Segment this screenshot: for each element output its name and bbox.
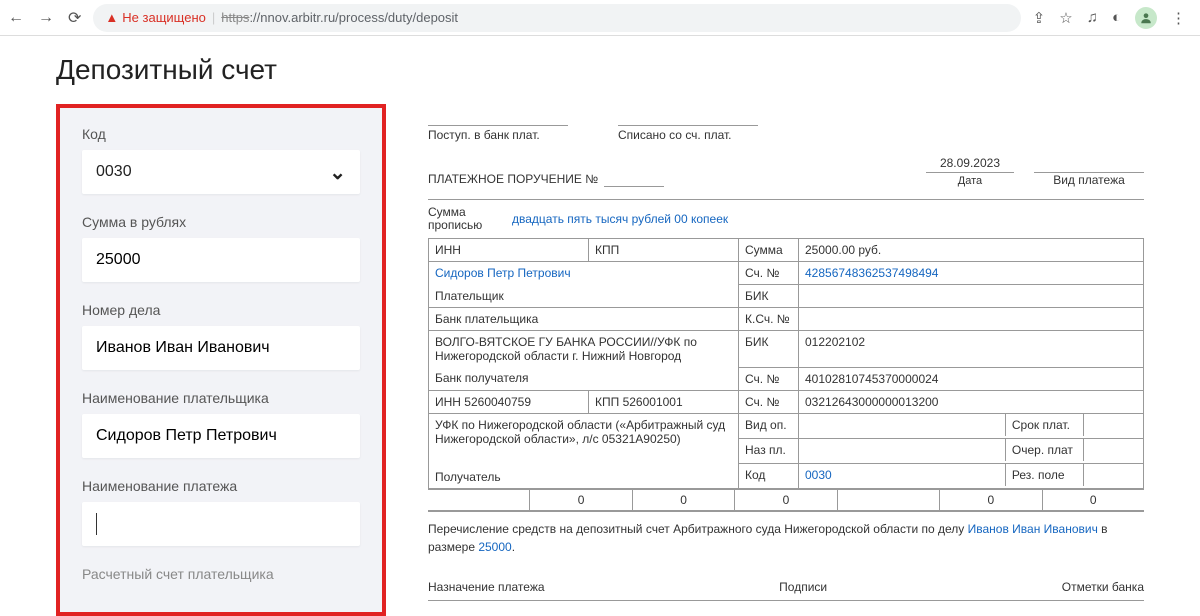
amount-input[interactable] xyxy=(82,238,360,282)
chevron-down-icon: ⌄ xyxy=(329,160,346,185)
doc-code-label: Код xyxy=(739,463,799,488)
avatar[interactable] xyxy=(1135,7,1157,29)
next-field-label: Расчетный счет плательщика xyxy=(82,566,274,582)
recv-acct2: 03212643000000013200 xyxy=(799,390,1144,413)
bookmark-icon[interactable]: ☆ xyxy=(1059,9,1072,27)
sum-words-label: Сумма прописью xyxy=(428,206,498,232)
bik-label: БИК xyxy=(739,285,799,308)
payer-field[interactable] xyxy=(96,427,346,445)
warning-icon: ▲ xyxy=(105,10,118,25)
extension-icon[interactable]: ◐ xyxy=(1112,9,1121,26)
foot-purpose: Назначение платежа xyxy=(428,580,545,594)
url-text: https://nnov.arbitr.ru/process/duty/depo… xyxy=(221,10,458,25)
payer-name: Сидоров Петр Петрович xyxy=(429,262,739,285)
zeros-row: 0 0 0 0 0 xyxy=(428,489,1144,511)
foot-sign: Подписи xyxy=(779,580,827,594)
kind-label: Вид платежа xyxy=(1034,173,1144,187)
sum-value: 25000.00 руб. xyxy=(799,239,1144,262)
kpp-label: КПП xyxy=(589,239,739,262)
vid-op-label: Вид оп. xyxy=(739,413,799,438)
payer-bank-label: Банк плательщика xyxy=(429,308,739,331)
foot-marks: Отметки банка xyxy=(1062,580,1144,594)
address-bar[interactable]: ▲ Не защищено | https://nnov.arbitr.ru/p… xyxy=(93,4,1020,32)
sum-words-value: двадцать пять тысяч рублей 00 копеек xyxy=(512,212,728,226)
music-icon[interactable]: ♫ xyxy=(1087,9,1098,26)
insecure-warning: ▲ Не защищено xyxy=(105,10,205,25)
case-label: Номер дела xyxy=(82,302,360,318)
form-panel: Код 0030 ⌄ Сумма в рублях Номер дела Н xyxy=(56,104,386,616)
bank-in-label: Поступ. в банк плат. xyxy=(428,128,568,142)
order-title: ПЛАТЕЖНОЕ ПОРУЧЕНИЕ № xyxy=(428,172,598,186)
purpose: Перечисление средств на депозитный счет … xyxy=(428,511,1144,560)
share-icon[interactable]: ⇪ xyxy=(1033,9,1046,27)
recv-name: УФК по Нижегородской области («Арбитражн… xyxy=(429,413,739,488)
bank-out-label: Списано со сч. плат. xyxy=(618,128,758,142)
amount-label: Сумма в рублях xyxy=(82,214,360,230)
payer-section-label: Плательщик xyxy=(429,285,739,308)
doc-footer: Назначение платежа Подписи Отметки банка xyxy=(428,574,1144,601)
code-select[interactable]: 0030 ⌄ xyxy=(82,150,360,194)
sum-label: Сумма xyxy=(739,239,799,262)
recv-bik-label: БИК xyxy=(739,331,799,368)
payment-name-input[interactable] xyxy=(82,502,360,546)
payer-acct: 42856748362537498494 xyxy=(799,262,1144,285)
forward-icon[interactable]: → xyxy=(38,9,54,27)
date-label: Дата xyxy=(926,175,1014,187)
code-value: 0030 xyxy=(96,163,132,181)
recv-inn: ИНН 5260040759 xyxy=(429,390,589,413)
inn-label: ИНН xyxy=(429,239,589,262)
acct-label: Сч. № xyxy=(739,262,799,285)
doc-code-val: 0030 xyxy=(799,464,1005,486)
browser-nav: ← → ⟳ xyxy=(8,8,81,28)
payer-label: Наименование плательщика xyxy=(82,390,360,406)
back-icon[interactable]: ← xyxy=(8,9,24,27)
doc-table: ИНН КПП Сумма 25000.00 руб. Сидоров Петр… xyxy=(428,239,1144,489)
kacct-label: К.Сч. № xyxy=(739,308,799,331)
page-title: Депозитный счет xyxy=(56,54,1144,86)
text-cursor xyxy=(96,513,97,535)
payment-order-doc: Поступ. в банк плат. Списано со сч. плат… xyxy=(428,104,1144,601)
browser-actions: ⇪ ☆ ♫ ◐ ⋮ xyxy=(1033,7,1192,29)
payer-input[interactable] xyxy=(82,414,360,458)
browser-toolbar: ← → ⟳ ▲ Не защищено | https://nnov.arbit… xyxy=(0,0,1200,36)
payment-name-label: Наименование платежа xyxy=(82,478,360,494)
reload-icon[interactable]: ⟳ xyxy=(68,8,81,28)
security-label: Не защищено xyxy=(122,10,206,25)
recv-bank: ВОЛГО-ВЯТСКОЕ ГУ БАНКА РОССИИ//УФК по Ни… xyxy=(429,331,739,368)
recv-bank-acct-label: Сч. № xyxy=(739,367,799,390)
recv-acct2-label: Сч. № xyxy=(739,390,799,413)
naz-pl-label: Наз пл. xyxy=(739,438,799,463)
amount-field[interactable] xyxy=(96,251,346,269)
recv-bank-acct: 40102810745370000024 xyxy=(799,367,1144,390)
recv-kpp: КПП 526001001 xyxy=(589,390,739,413)
recv-bank-label: Банк получателя xyxy=(429,367,739,390)
order-date: 28.09.2023 xyxy=(926,156,1014,173)
menu-icon[interactable]: ⋮ xyxy=(1171,9,1186,27)
recv-bik: 012202102 xyxy=(799,331,1144,368)
case-input[interactable] xyxy=(82,326,360,370)
case-field[interactable] xyxy=(96,339,346,357)
code-label: Код xyxy=(82,126,360,142)
